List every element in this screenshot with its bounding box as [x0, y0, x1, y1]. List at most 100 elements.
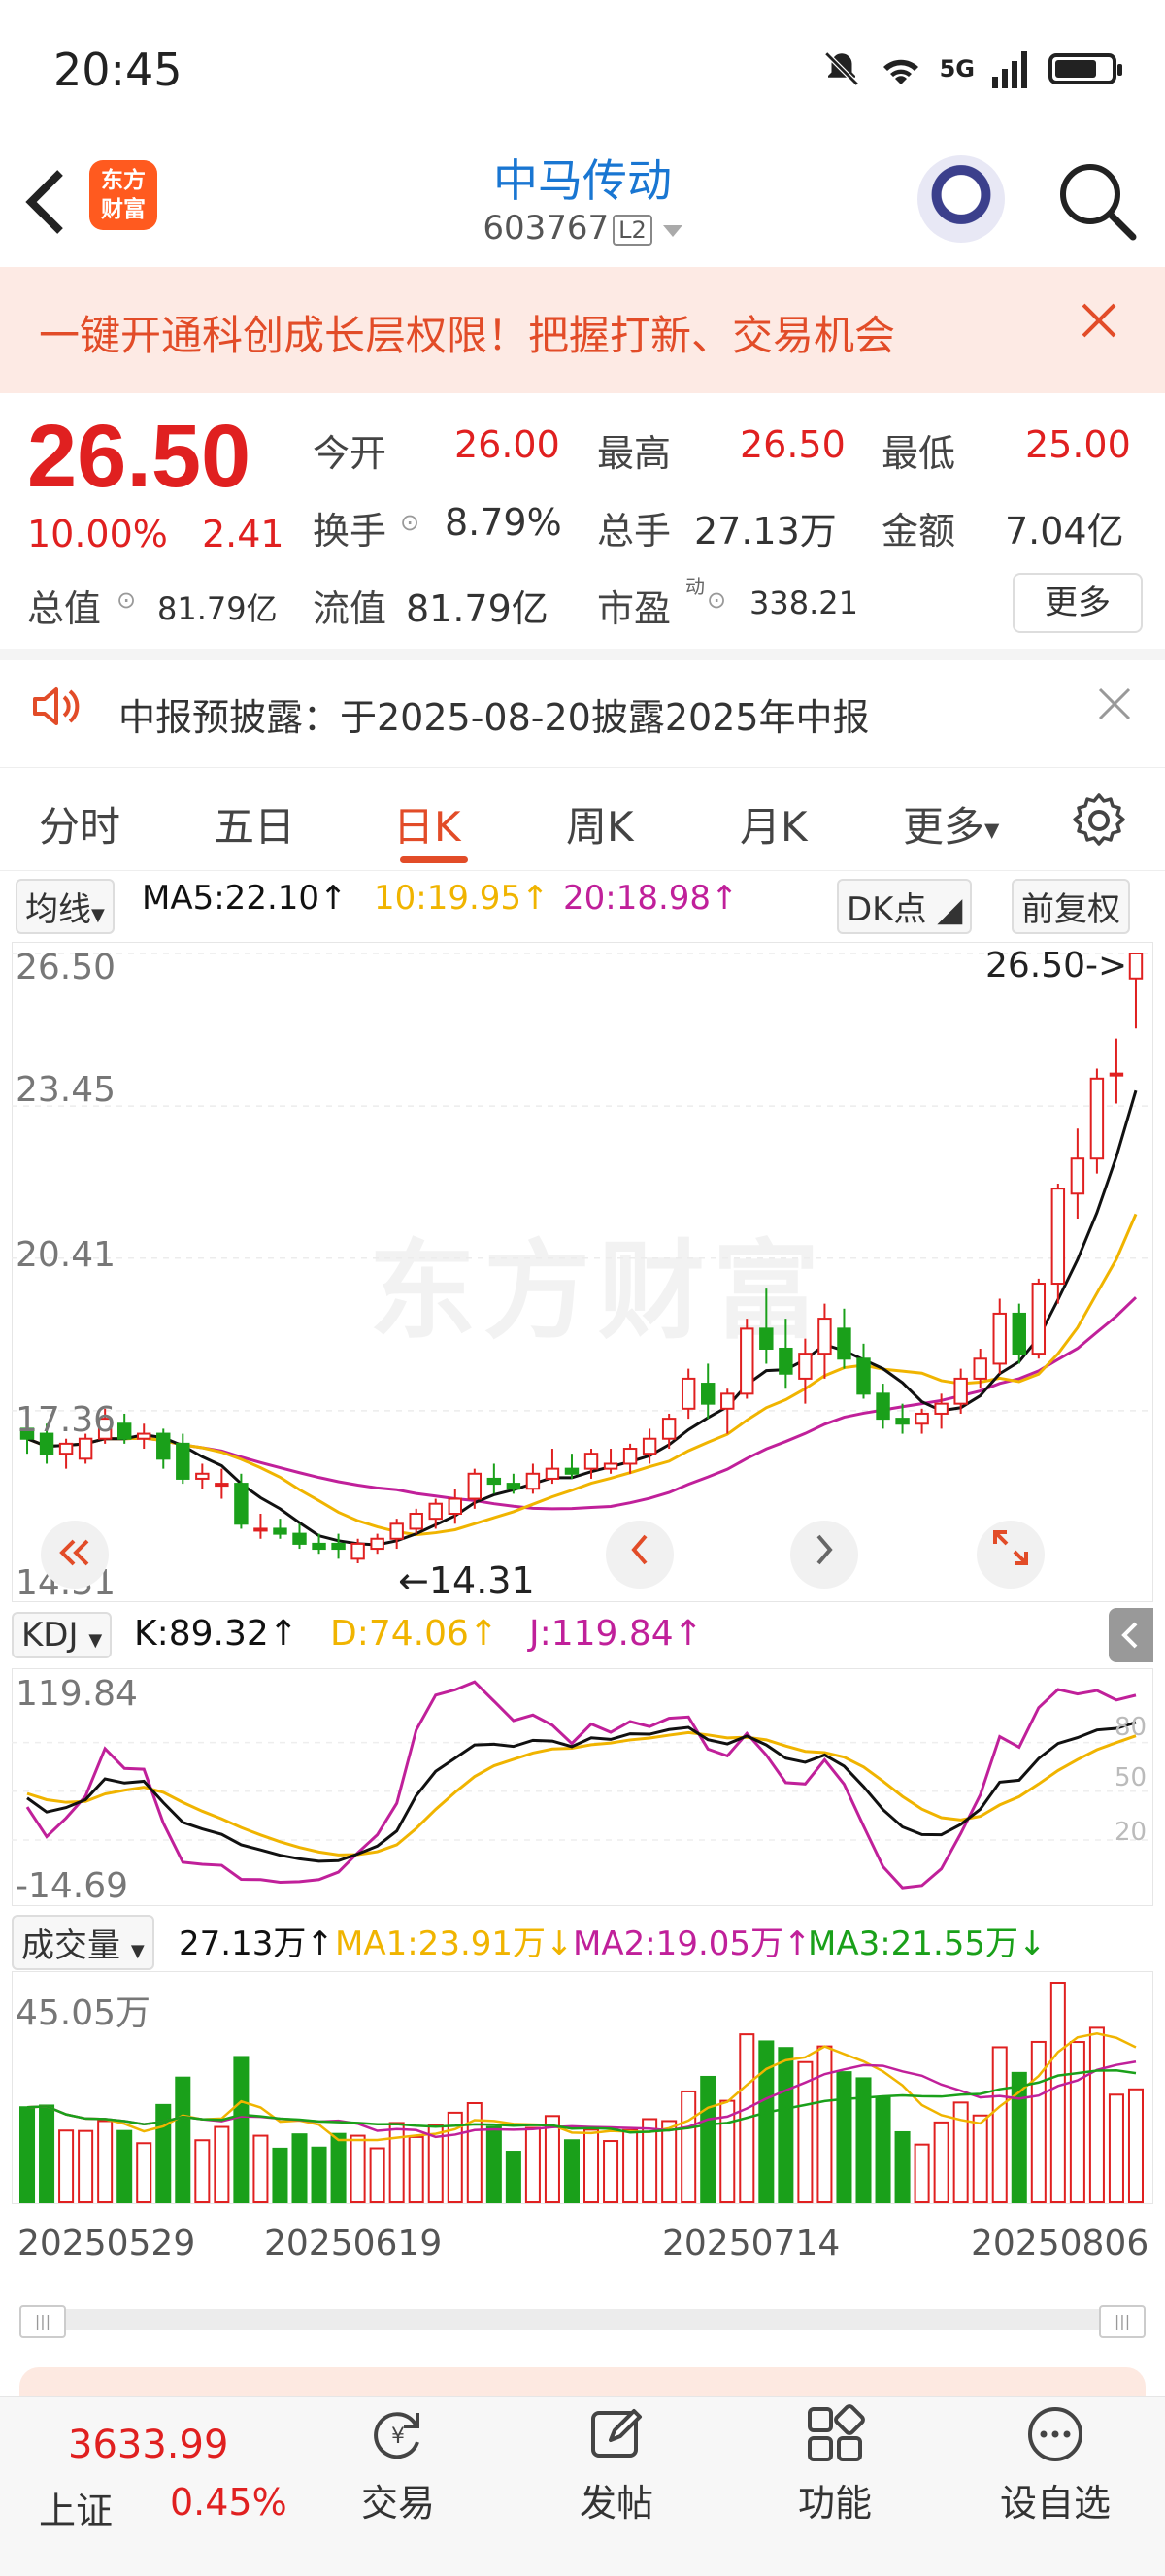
- float-cap-label: 流值: [313, 587, 387, 630]
- kline-chart[interactable]: [12, 942, 1153, 1602]
- close-icon: [1098, 687, 1131, 720]
- edit-icon: [591, 2409, 642, 2458]
- candle: [740, 1327, 754, 1395]
- tab-weekly-k[interactable]: 周K: [566, 794, 634, 853]
- kdj-chart[interactable]: [12, 1668, 1153, 1906]
- search-button[interactable]: [1053, 157, 1141, 245]
- volume-bar: [836, 2071, 852, 2203]
- volume-ma1: MA1:23.91万↓: [335, 1924, 574, 1963]
- chart-settings-button[interactable]: [1070, 791, 1128, 850]
- ma10-legend: 10:19.95↑: [374, 879, 549, 918]
- candle: [195, 1472, 210, 1480]
- scrollbar-right-handle[interactable]: |||: [1099, 2305, 1146, 2338]
- tab-intraday[interactable]: 分时: [39, 794, 120, 853]
- speaker-icon: [29, 680, 83, 733]
- nav-functions[interactable]: 功能: [762, 2403, 908, 2526]
- nav-add-watchlist[interactable]: 设自选: [982, 2403, 1128, 2526]
- index-value[interactable]: 3633.99: [68, 2423, 228, 2467]
- grid-icon: [808, 2404, 865, 2461]
- candle: [798, 1353, 813, 1380]
- index-name[interactable]: 上证: [39, 2481, 113, 2534]
- candle: [116, 1422, 132, 1440]
- high-label: 最高: [597, 432, 672, 475]
- tab-five-day[interactable]: 五日: [214, 794, 295, 853]
- nav-post[interactable]: 发帖: [544, 2403, 689, 2526]
- candle: [389, 1522, 404, 1540]
- candle: [467, 1472, 483, 1500]
- wifi-icon: [882, 59, 918, 84]
- candle: [1031, 1283, 1047, 1355]
- volume-bar: [485, 2125, 502, 2203]
- open-label: 今开: [313, 432, 387, 475]
- volume-ma2: MA2:19.05万↑: [573, 1924, 812, 1963]
- volume-bar: [291, 2133, 308, 2203]
- scroll-left-button[interactable]: [606, 1521, 674, 1589]
- candle: [661, 1418, 677, 1440]
- low-value: 25.00: [1025, 423, 1131, 466]
- dk-point-button[interactable]: DK点 ◢: [837, 879, 973, 934]
- tab-daily-k[interactable]: 日K: [393, 794, 461, 853]
- kdj-selector[interactable]: KDJ ▼: [12, 1612, 113, 1658]
- more-quote-button[interactable]: 更多: [1013, 573, 1143, 633]
- volume-bar: [58, 2129, 75, 2204]
- candle: [642, 1437, 657, 1455]
- scroll-right-button[interactable]: [790, 1521, 858, 1589]
- candle: [1109, 1072, 1124, 1077]
- volume-bar: [388, 2122, 405, 2203]
- chart-scrollbar[interactable]: [19, 2309, 1146, 2330]
- tab-monthly-k[interactable]: 月K: [740, 794, 808, 853]
- chevron-left-icon: [631, 1534, 648, 1565]
- index-change[interactable]: 0.45%: [170, 2481, 287, 2524]
- volume-bar: [875, 2096, 891, 2203]
- kdj-j-value: J:119.84↑: [529, 1614, 703, 1654]
- candle: [331, 1542, 346, 1551]
- promo-banner-text[interactable]: 一键开通科创成长层权限！把握打新、交易机会: [39, 303, 895, 362]
- yen-exchange-icon: ¥: [374, 2412, 419, 2459]
- assistant-robot-avatar[interactable]: [917, 155, 1005, 243]
- candle: [895, 1418, 910, 1425]
- fullscreen-button[interactable]: [977, 1521, 1045, 1589]
- ma-selector[interactable]: 均线▼: [16, 879, 115, 934]
- volume-selector[interactable]: 成交量 ▼: [12, 1915, 154, 1970]
- candle: [934, 1402, 949, 1415]
- volume-chart[interactable]: [12, 1971, 1153, 2204]
- side-panel-toggle[interactable]: [1109, 1608, 1153, 1662]
- caret-down-icon: ▼: [130, 1941, 145, 1961]
- candle: [78, 1437, 93, 1460]
- volume-bar: [1108, 2093, 1124, 2203]
- price-adjust-button[interactable]: 前复权: [1012, 879, 1130, 934]
- volume-bar: [330, 2132, 347, 2204]
- volume-bar: [952, 2101, 969, 2204]
- info-icon[interactable]: ⊙: [116, 586, 136, 614]
- nav-trade[interactable]: ¥ 交易: [325, 2403, 471, 2526]
- candle: [253, 1527, 268, 1532]
- ma5-legend: MA5:22.10↑: [142, 879, 348, 918]
- info-icon[interactable]: ⊙: [707, 586, 726, 614]
- candle: [1128, 953, 1144, 980]
- battery-icon: [1048, 53, 1122, 84]
- kdj-d-value: D:74.06↑: [330, 1614, 499, 1654]
- candle: [992, 1312, 1007, 1365]
- low-label: 最低: [882, 432, 956, 475]
- candle: [486, 1477, 502, 1486]
- close-icon: [1082, 303, 1116, 338]
- candle: [156, 1432, 171, 1460]
- candle: [973, 1357, 987, 1380]
- volume-bar: [991, 2046, 1008, 2203]
- banner-close-button[interactable]: [1078, 296, 1120, 354]
- volume-bar: [933, 2121, 949, 2204]
- kdj-max-label: 119.84: [16, 1674, 138, 1714]
- volume-bar: [214, 2125, 230, 2203]
- scroll-left-fast-button[interactable]: [41, 1521, 109, 1589]
- candle: [1070, 1157, 1085, 1195]
- notice-close-button[interactable]: [1095, 682, 1134, 734]
- turnover-label: 换手: [313, 510, 387, 552]
- volume-bar: [681, 2090, 697, 2203]
- tab-more[interactable]: 更多▼: [903, 794, 999, 853]
- info-icon[interactable]: ⊙: [400, 509, 419, 536]
- notice-text[interactable]: 中报预披露：于2025-08-20披露2025年中报: [118, 687, 870, 741]
- mktcap-label: 总值: [27, 587, 102, 630]
- volume-bar: [311, 2146, 327, 2204]
- scrollbar-left-handle[interactable]: |||: [19, 2305, 66, 2338]
- ma5-line: [26, 1089, 1138, 1547]
